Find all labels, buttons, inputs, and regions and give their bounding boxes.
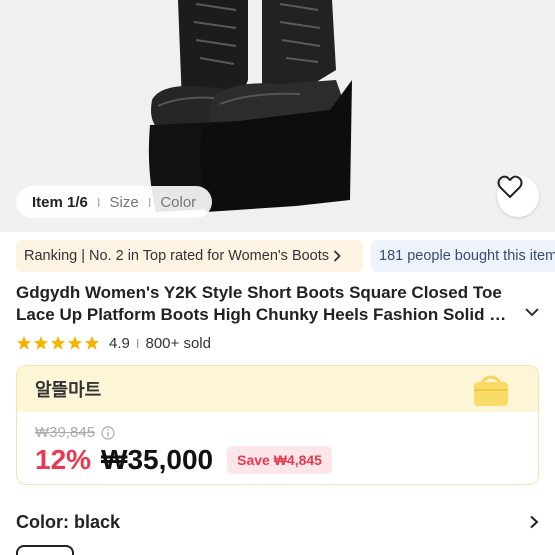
gallery-index: Item 1/6: [32, 193, 88, 211]
ranking-text: Ranking | No. 2 in Top rated for Women's…: [24, 248, 330, 264]
color-label: Color: black: [16, 511, 121, 532]
chevron-right-icon: [530, 515, 539, 529]
deal-card: 알뜰마트 ₩39,845 12% ₩35,000 Save ₩4,845: [16, 365, 539, 485]
info-icon[interactable]: [101, 425, 115, 440]
bought-count-badge: 181 people bought this item: [371, 240, 555, 272]
sale-price: ₩35,000: [101, 444, 214, 475]
color-selector-row[interactable]: Color: black: [16, 510, 539, 534]
rating-value: 4.9: [109, 334, 130, 352]
tab-color[interactable]: Color: [160, 194, 196, 211]
separator: I: [96, 194, 101, 210]
color-swatch-black[interactable]: [16, 545, 74, 555]
shopping-bag-icon: [474, 375, 508, 406]
title-line-1: Gdgydh Women's Y2K Style Short Boots Squ…: [16, 283, 502, 302]
save-badge: Save ₩4,845: [227, 446, 332, 474]
star-rating: [16, 335, 101, 351]
price-row: 12% ₩35,000 Save ₩4,845: [35, 444, 332, 476]
separator: I: [147, 194, 152, 210]
star-icon: [67, 336, 83, 350]
rating-row[interactable]: 4.9 I 800+ sold: [16, 333, 211, 353]
title-line-2: Lace Up Platform Boots High Chunky Heels…: [16, 305, 516, 324]
ranking-badge[interactable]: Ranking | No. 2 in Top rated for Women's…: [16, 240, 363, 272]
product-image-gallery[interactable]: Item 1/6 I Size I Color: [0, 0, 555, 232]
favorite-button[interactable]: [497, 175, 539, 217]
separator: I: [135, 335, 140, 351]
bought-text: 181 people bought this item: [379, 248, 555, 264]
chevron-right-icon: [333, 250, 341, 262]
star-icon: [33, 336, 49, 350]
badge-row[interactable]: Ranking | No. 2 in Top rated for Women's…: [0, 240, 555, 274]
original-price: ₩39,845: [35, 424, 115, 441]
original-price-value: ₩39,845: [35, 424, 96, 441]
store-label: 알뜰마트: [35, 380, 102, 400]
star-icon: [84, 336, 100, 350]
discount-percent: 12%: [35, 444, 92, 475]
tab-size[interactable]: Size: [110, 194, 139, 211]
chevron-down-icon[interactable]: [524, 306, 540, 318]
star-icon: [50, 336, 66, 350]
star-icon: [16, 336, 32, 350]
sold-count: 800+ sold: [145, 334, 211, 352]
deal-header: 알뜰마트: [17, 366, 538, 412]
heart-outline-icon: [497, 175, 523, 198]
product-title: Gdgydh Women's Y2K Style Short Boots Squ…: [16, 282, 516, 326]
gallery-nav-pill[interactable]: Item 1/6 I Size I Color: [16, 186, 213, 218]
